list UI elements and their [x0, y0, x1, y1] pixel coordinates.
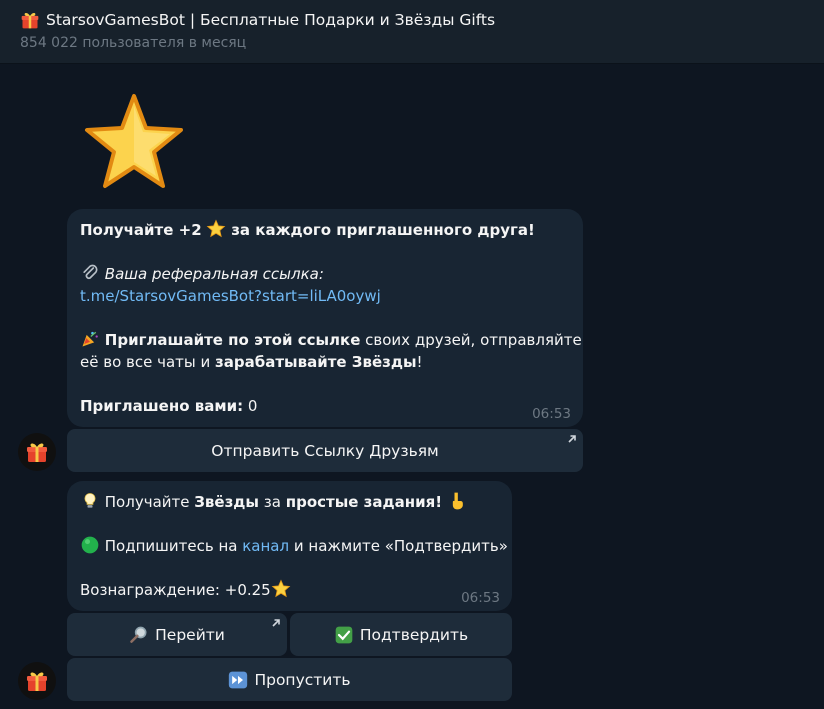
bonus-text-rest: за каждого приглашенного друга! — [231, 221, 535, 239]
message-referral: Получайте +2 за каждого приглашенного др… — [67, 209, 583, 427]
reward-line: Вознаграждение: +0.25 — [80, 579, 498, 601]
exclamation: ! — [416, 353, 423, 371]
message-time: 06:53 — [461, 590, 500, 606]
skip-label: Пропустить — [254, 670, 351, 689]
arrow-up-right-icon — [568, 435, 576, 443]
referral-link[interactable]: t.me/StarsovGamesBot?start=liLA0oywj — [80, 287, 381, 305]
chat-title: StarsovGamesBot | Бесплатные Подарки и З… — [46, 11, 496, 29]
invite-text: своих друзей, отправляйте — [365, 331, 582, 349]
message-time: 06:53 — [532, 406, 571, 422]
chat-header[interactable]: StarsovGamesBot | Бесплатные Подарки и З… — [0, 0, 824, 64]
party-popper-icon — [82, 331, 98, 347]
go-label: Перейти — [155, 625, 225, 644]
invite-line-1: Приглашайте по этой ссылке своих друзей,… — [80, 329, 582, 351]
gift-avatar-icon — [27, 443, 47, 462]
tasks-line-2: Подпишитесь на канал и нажмите «Подтверд… — [80, 535, 508, 557]
bot-avatar[interactable] — [18, 662, 56, 700]
invited-count: 0 — [247, 397, 258, 415]
send-link-label: Отправить Ссылку Друзьям — [211, 441, 439, 460]
star-icon — [271, 579, 291, 599]
pointing-down-icon — [452, 492, 463, 510]
bot-avatar[interactable] — [18, 433, 56, 471]
gift-avatar-icon — [27, 672, 47, 691]
invite-text-2: её во все чаты и — [80, 353, 211, 371]
check-mark-icon — [335, 626, 353, 643]
magnifier-icon — [130, 626, 147, 643]
chat-title-row: StarsovGamesBot | Бесплатные Подарки и З… — [20, 8, 804, 32]
message-line: Получайте +2 за каждого приглашенного др… — [80, 219, 569, 241]
tasks-text: Получайте — [104, 493, 190, 511]
confirm-button[interactable]: Подтвердить — [290, 613, 512, 656]
simple-tasks-bold: простые задания! — [285, 493, 443, 511]
go-button[interactable]: Перейти — [67, 613, 287, 656]
send-link-button[interactable]: Отправить Ссылку Друзьям — [67, 429, 583, 472]
lightbulb-icon — [84, 493, 96, 508]
star-sticker-icon — [85, 94, 183, 188]
channel-link[interactable]: канал — [242, 537, 289, 555]
arrow-up-right-icon — [272, 619, 280, 627]
green-circle-icon — [81, 536, 99, 554]
gift-icon — [20, 10, 40, 30]
paperclip-icon — [83, 264, 98, 280]
invite-bold: Приглашайте по этой ссылке — [104, 331, 361, 349]
referral-label-line: Ваша реферальная ссылка: — [80, 263, 569, 285]
earn-stars-bold: зарабатывайте Звёзды — [215, 353, 417, 371]
bonus-text: Получайте +2 — [80, 221, 202, 239]
message-tasks: Получайте Звёзды за простые задания! Под… — [67, 481, 512, 611]
chat-subtitle: 854 022 пользователя в месяц — [20, 35, 247, 51]
tasks-line-1: Получайте Звёзды за простые задания! — [80, 491, 498, 513]
invite-line-2: её во все чаты и зарабатывайте Звёзды! — [80, 351, 569, 373]
subscribe-text: Подпишитесь на — [104, 537, 238, 555]
invited-count-line: Приглашено вами: 0 — [80, 395, 569, 417]
stars-bold: Звёзды — [194, 493, 259, 511]
fast-forward-icon — [229, 671, 248, 688]
star-icon — [206, 219, 226, 239]
confirm-label: Подтвердить — [359, 625, 469, 644]
referral-label: Ваша реферальная ссылка: — [104, 265, 324, 283]
subscribe-text-post: и нажмите «Подтвердить» — [293, 537, 508, 555]
invited-label: Приглашено вами: — [80, 397, 244, 415]
skip-button[interactable]: Пропустить — [67, 658, 512, 701]
reward-text: Вознаграждение: +0.25 — [80, 581, 271, 599]
tasks-text-mid: за — [263, 493, 281, 511]
